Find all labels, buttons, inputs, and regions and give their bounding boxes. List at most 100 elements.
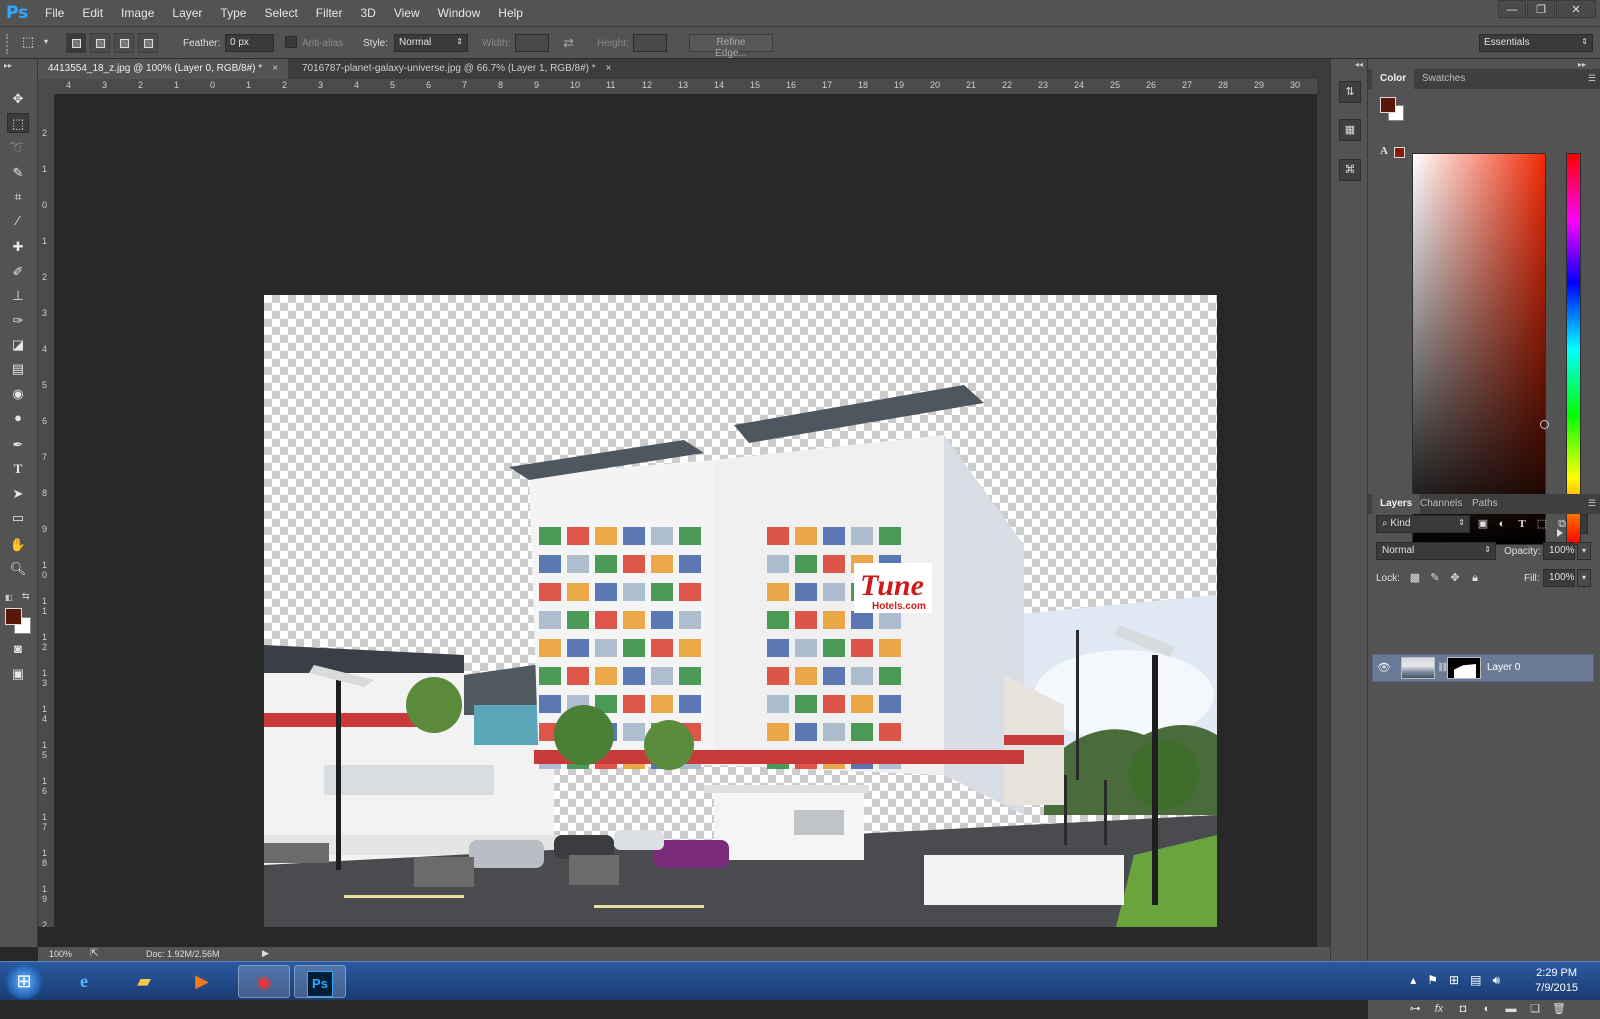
- filter-kind-select[interactable]: ⌕ Kind ⇕: [1376, 515, 1470, 533]
- menu-3d[interactable]: 3D: [351, 6, 384, 20]
- menu-filter[interactable]: Filter: [307, 6, 352, 20]
- layer-mask-thumbnail[interactable]: [1447, 657, 1481, 679]
- dodge-tool-icon[interactable]: ●: [7, 408, 29, 428]
- ruler-corner[interactable]: [38, 79, 55, 95]
- document-image[interactable]: Tune Hotels.com: [264, 295, 1217, 927]
- collapse-toolbox-icon[interactable]: ▸▸: [4, 61, 12, 70]
- path-selection-tool-icon[interactable]: ➤: [7, 484, 29, 504]
- action-center-flag-icon[interactable]: ⚑: [1427, 973, 1438, 988]
- menu-window[interactable]: Window: [429, 6, 490, 20]
- filter-shape-icon[interactable]: ⬚: [1535, 517, 1549, 531]
- windows-flag-icon[interactable]: ⊞: [1449, 973, 1459, 988]
- rectangle-shape-tool-icon[interactable]: ▭: [7, 508, 29, 528]
- add-selection-button[interactable]: [90, 33, 110, 53]
- quick-select-tool-icon[interactable]: ✎: [7, 163, 29, 183]
- properties-panel-icon[interactable]: ▦: [1339, 119, 1361, 141]
- chevron-down-icon[interactable]: ▾: [1577, 542, 1591, 560]
- menu-image[interactable]: Image: [112, 6, 163, 20]
- file-explorer-icon[interactable]: ▰: [118, 965, 170, 998]
- type-tool-icon[interactable]: T: [7, 459, 29, 479]
- close-window-button[interactable]: ✕: [1556, 0, 1596, 18]
- eraser-tool-icon[interactable]: ◪: [7, 335, 29, 355]
- out-of-gamut-swatch[interactable]: [1394, 147, 1405, 158]
- subtract-selection-button[interactable]: [114, 33, 134, 53]
- media-player-icon[interactable]: ▶: [176, 965, 228, 998]
- workspace-select[interactable]: Essentials ⇕: [1479, 34, 1593, 52]
- ruler-left[interactable]: 2101234567891 01 11 21 31 41 51 61 71 81…: [38, 95, 55, 927]
- lasso-tool-icon[interactable]: ➰: [7, 138, 29, 158]
- color-panel-foreground[interactable]: [1380, 97, 1396, 113]
- internet-explorer-icon[interactable]: e: [58, 965, 110, 998]
- close-icon[interactable]: ×: [272, 63, 278, 74]
- blur-tool-icon[interactable]: ◉: [7, 384, 29, 404]
- chrome-icon[interactable]: ◉: [238, 965, 290, 998]
- new-layer-icon[interactable]: ❏: [1528, 1002, 1542, 1016]
- adjust-panel-icon[interactable]: ⌘: [1339, 159, 1361, 181]
- panel-menu-icon[interactable]: ☰: [1588, 73, 1596, 84]
- eye-icon[interactable]: 👁︎: [1377, 661, 1391, 674]
- tab-channels[interactable]: Channels: [1412, 494, 1470, 514]
- restore-button[interactable]: ❐: [1527, 0, 1555, 18]
- fill-input[interactable]: 100%: [1543, 569, 1575, 587]
- zoom-tool-icon[interactable]: 🔍︎: [7, 559, 29, 579]
- rect-marquee-tool-icon[interactable]: ⬚: [7, 113, 29, 133]
- refine-edge-button[interactable]: Refine Edge...: [689, 34, 773, 59]
- layer-name[interactable]: Layer 0: [1487, 662, 1520, 673]
- menu-select[interactable]: Select: [255, 6, 306, 20]
- move-tool-icon[interactable]: ✥: [7, 89, 29, 109]
- menu-help[interactable]: Help: [489, 6, 532, 20]
- menu-edit[interactable]: Edit: [73, 6, 112, 20]
- new-selection-button[interactable]: [66, 33, 86, 53]
- tab-swatches[interactable]: Swatches: [1414, 69, 1473, 89]
- lock-pixels-icon[interactable]: ✎: [1428, 571, 1442, 585]
- taskbar-clock[interactable]: 2:29 PM 7/9/2015: [1535, 966, 1578, 996]
- collapse-dock-icon[interactable]: ◂◂: [1355, 60, 1363, 69]
- tab-color[interactable]: Color: [1372, 69, 1415, 89]
- swap-colors-icon[interactable]: ⇆: [22, 591, 30, 602]
- filter-smart-object-icon[interactable]: ⧉: [1555, 517, 1569, 531]
- antialias-checkbox[interactable]: [285, 36, 297, 48]
- brush-tool-icon[interactable]: ✐: [7, 262, 29, 282]
- chevron-down-icon[interactable]: ▾: [1577, 569, 1591, 587]
- menu-type[interactable]: Type: [211, 6, 255, 20]
- layer-row[interactable]: 👁︎ ⛓︎ Layer 0: [1372, 654, 1594, 682]
- volume-icon[interactable]: 🔊︎: [1492, 973, 1500, 988]
- crop-tool-icon[interactable]: ⌗: [7, 187, 29, 207]
- foreground-color-swatch[interactable]: [5, 608, 22, 625]
- menu-layer[interactable]: Layer: [163, 6, 211, 20]
- tab-paths[interactable]: Paths: [1464, 494, 1506, 514]
- add-mask-icon[interactable]: ◘: [1456, 1002, 1470, 1016]
- height-input[interactable]: [633, 34, 667, 52]
- menu-view[interactable]: View: [385, 6, 429, 20]
- style-select[interactable]: Normal ⇕: [394, 34, 468, 52]
- hue-slider[interactable]: [1566, 153, 1581, 545]
- start-button[interactable]: ⊞: [4, 963, 44, 1000]
- swap-width-height-icon[interactable]: ⇄: [563, 35, 574, 51]
- status-menu-arrow-icon[interactable]: ▶: [262, 948, 269, 959]
- blend-mode-select[interactable]: Normal ⇕: [1376, 542, 1496, 560]
- tab-document-1[interactable]: 4413554_18_z.jpg @ 100% (Layer 0, RGB/8#…: [38, 59, 289, 79]
- adjustment-layer-icon[interactable]: ◐: [1480, 1002, 1494, 1016]
- vertical-scrollbar[interactable]: [1317, 79, 1330, 947]
- layer-thumbnail[interactable]: [1401, 657, 1435, 679]
- color-picker-cursor[interactable]: [1540, 420, 1549, 429]
- tab-document-2[interactable]: 7016787-planet-galaxy-universe.jpg @ 66.…: [292, 59, 622, 79]
- network-icon[interactable]: ▤: [1470, 973, 1481, 988]
- pen-tool-icon[interactable]: ✒: [7, 435, 29, 455]
- lock-all-icon[interactable]: 🔒︎: [1468, 571, 1482, 585]
- new-group-icon[interactable]: ▬: [1504, 1002, 1518, 1016]
- color-picker-field[interactable]: [1412, 153, 1549, 545]
- menu-file[interactable]: File: [36, 6, 73, 20]
- width-input[interactable]: [515, 34, 549, 52]
- panel-menu-icon[interactable]: ☰: [1588, 498, 1596, 509]
- ruler-top[interactable]: 4 3 2 1 0 1 2 3 4 5 6 7 8 9 10 11 12 13 14 15 16 17 18 19 20 21 22…: [55, 79, 1317, 95]
- history-panel-icon[interactable]: ⇅: [1339, 81, 1361, 103]
- expand-panels-icon[interactable]: ▸▸: [1578, 60, 1586, 69]
- photoshop-taskbar-button[interactable]: Ps: [294, 965, 346, 998]
- close-icon[interactable]: ×: [606, 63, 612, 74]
- eyedropper-tool-icon[interactable]: ⁄: [7, 211, 29, 231]
- minimize-button[interactable]: —: [1498, 0, 1526, 18]
- zoom-level[interactable]: 100%: [49, 949, 72, 959]
- intersect-selection-button[interactable]: [138, 33, 158, 53]
- trash-icon[interactable]: 🗑︎: [1552, 1002, 1566, 1016]
